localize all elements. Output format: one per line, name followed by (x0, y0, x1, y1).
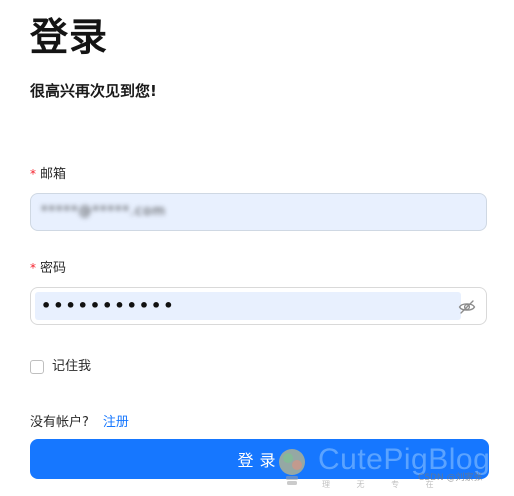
password-field[interactable]: ••••••••••• (30, 287, 487, 325)
email-value[interactable]: *****@*****.com (41, 202, 251, 222)
password-value[interactable]: ••••••••••• (41, 295, 176, 317)
signup-prompt: 没有帐户? (30, 415, 89, 430)
password-label-text: 密码 (40, 261, 67, 276)
login-button[interactable]: 登录 (30, 439, 489, 479)
password-label: * 密码 (30, 259, 66, 278)
signup-row: 没有帐户? 注册 (30, 414, 129, 432)
eye-invisible-icon[interactable] (458, 298, 476, 316)
required-mark: * (30, 261, 36, 275)
signup-link[interactable]: 注册 (103, 415, 129, 430)
email-label: * 邮箱 (30, 165, 66, 184)
remember-me-checkbox[interactable] (30, 360, 44, 374)
watermark-subtext: 理 无 专 在 (322, 480, 446, 489)
required-mark: * (30, 167, 36, 181)
page-subtitle: 很高兴再次见到您! (30, 82, 157, 100)
page-title: 登录 (30, 15, 109, 59)
remember-me[interactable]: 记住我 (30, 358, 91, 376)
email-label-text: 邮箱 (40, 167, 67, 182)
email-field[interactable]: *****@*****.com (30, 193, 487, 231)
remember-me-label: 记住我 (52, 359, 92, 374)
